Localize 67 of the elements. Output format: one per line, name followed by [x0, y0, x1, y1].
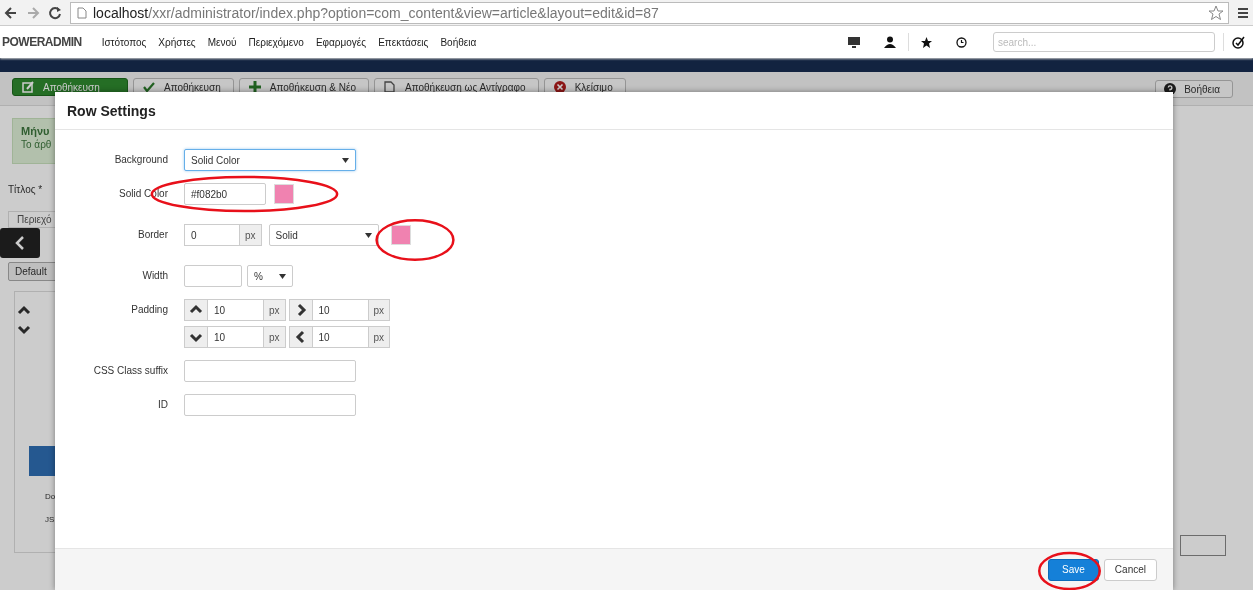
- monitor-icon[interactable]: [848, 36, 860, 48]
- unit-addon: px: [240, 224, 262, 246]
- url-text: localhost/xxr/administrator/index.php?option=com_content&view=article&layout=edit&id=87: [93, 4, 659, 21]
- user-icon[interactable]: [884, 36, 896, 48]
- input-field[interactable]: [1180, 535, 1226, 556]
- unit-addon: px: [264, 326, 286, 348]
- select-field[interactable]: Solid Color: [184, 149, 356, 171]
- panel-label: Do: [45, 492, 55, 501]
- caret-icon: [279, 273, 286, 279]
- search-field[interactable]: search...: [993, 32, 1215, 52]
- unit-select[interactable]: %: [247, 265, 293, 287]
- star-icon[interactable]: [921, 36, 932, 48]
- unit-addon: px: [368, 299, 391, 321]
- nav-menu-item[interactable]: Βοήθεια: [434, 36, 483, 48]
- panel-label: JS: [45, 515, 55, 524]
- color-input[interactable]: #f082b0: [184, 183, 266, 205]
- color-swatch[interactable]: [274, 184, 294, 204]
- cancel-button[interactable]: Cancel: [1103, 558, 1157, 581]
- field-label: Border: [137, 228, 169, 240]
- chevron-icon: [14, 236, 26, 250]
- width-input[interactable]: [184, 265, 242, 287]
- padding-input[interactable]: 10: [207, 299, 264, 321]
- border-width-input[interactable]: 0: [184, 224, 240, 246]
- message-title: Μήνυ: [21, 125, 51, 137]
- nav-menu-item[interactable]: Χρήστες: [152, 36, 202, 48]
- field-label: Background: [113, 153, 169, 165]
- padding-input[interactable]: 10: [311, 326, 369, 348]
- unit-addon: px: [264, 299, 286, 321]
- nav-menu-item[interactable]: Εφαρμογές: [309, 36, 373, 48]
- field-label: Width: [141, 269, 169, 281]
- back-icon[interactable]: [4, 5, 18, 20]
- check-icon: [142, 80, 156, 94]
- page-icon: [77, 6, 87, 19]
- unit-addon: px: [368, 326, 391, 348]
- color-swatch[interactable]: [390, 225, 411, 245]
- document-icon: [383, 80, 398, 94]
- padding-input[interactable]: 10: [207, 326, 264, 348]
- save-button[interactable]: Save: [1048, 558, 1099, 581]
- clock-icon[interactable]: [956, 36, 967, 48]
- field-label: CSS Class suffix: [92, 364, 169, 376]
- text-input[interactable]: [184, 394, 356, 416]
- padding-input[interactable]: 10: [311, 299, 369, 321]
- default-button[interactable]: Default: [8, 262, 55, 281]
- layout-block: [29, 446, 55, 476]
- star-icon[interactable]: [1208, 4, 1224, 21]
- nav-menu-item[interactable]: Περιεχόμενο: [242, 36, 310, 48]
- edit-icon: [21, 80, 35, 94]
- address-bar[interactable]: localhost/xxr/administrator/index.php?option=com_content&view=article&layout=edit&id=87: [70, 1, 1229, 24]
- field-label: Τίτλος *: [8, 184, 44, 195]
- text-input[interactable]: [184, 360, 356, 382]
- nav-menu-item[interactable]: Μενού: [201, 36, 243, 48]
- nav-menu-item[interactable]: Επεκτάσεις: [372, 36, 435, 48]
- brand-logo[interactable]: POWERADMIN: [0, 35, 96, 49]
- plus-icon: [247, 80, 262, 94]
- field-label: Padding: [130, 303, 169, 315]
- help-button[interactable]: Βοήθεια: [1155, 80, 1233, 98]
- message-text: Το άρθ: [21, 139, 53, 150]
- caret-icon: [364, 232, 372, 238]
- nav-menu-item[interactable]: Ιστότοπος: [95, 36, 153, 48]
- dialog-title: Row Settings: [67, 102, 156, 119]
- select-field[interactable]: Solid: [268, 224, 379, 246]
- reload-icon[interactable]: [48, 5, 62, 20]
- caret-icon: [342, 157, 349, 163]
- back-button[interactable]: [0, 228, 40, 258]
- checkmark-circle-icon[interactable]: [1232, 35, 1245, 49]
- field-label: ID: [157, 398, 169, 410]
- menu-icon[interactable]: [1237, 6, 1249, 19]
